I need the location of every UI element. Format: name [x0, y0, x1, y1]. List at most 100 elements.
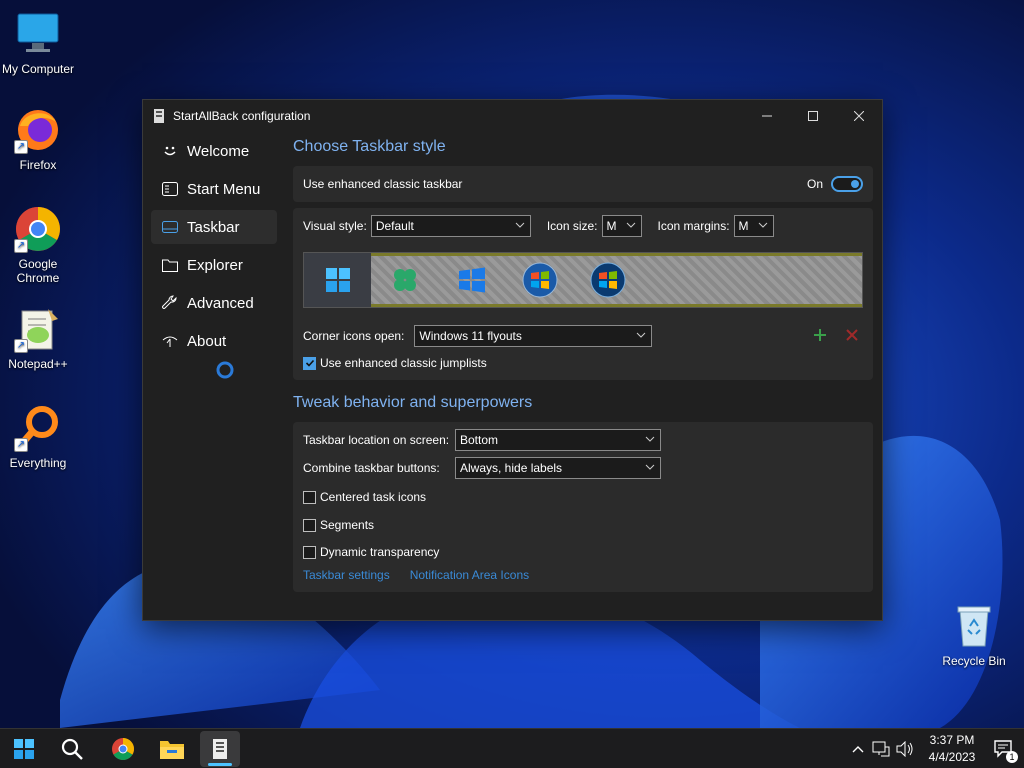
taskbar-location-select[interactable]: Bottom — [455, 429, 661, 451]
everything-search-icon: ↗ — [14, 404, 62, 452]
enhanced-taskbar-toggle[interactable] — [831, 176, 863, 192]
network-icon — [872, 741, 890, 757]
desktop-icon-google-chrome[interactable]: ↗ Google Chrome — [0, 205, 76, 285]
combine-buttons-label: Combine taskbar buttons: — [303, 461, 440, 475]
volume-icon — [896, 741, 913, 757]
desktop-icon-notepad-plus-plus[interactable]: ↗ Notepad++ — [0, 305, 76, 371]
sidebar-item-welcome[interactable]: Welcome — [151, 134, 277, 168]
desktop-icon-label: My Computer — [1, 62, 75, 76]
style-option-windows-11[interactable] — [304, 253, 371, 307]
desktop-icon-everything[interactable]: ↗ Everything — [0, 404, 76, 470]
icon-size-label: Icon size: — [546, 219, 598, 233]
visual-style-select[interactable]: Default — [370, 215, 531, 237]
enhanced-taskbar-label: Use enhanced classic taskbar — [303, 177, 463, 191]
taskbar-chrome-button[interactable] — [103, 731, 143, 767]
centered-icons-checkbox[interactable] — [303, 490, 316, 504]
sidebar-item-taskbar[interactable]: Taskbar — [151, 210, 277, 379]
sidebar-item-label: Welcome — [187, 142, 250, 160]
sidebar-item-advanced[interactable]: Advanced — [151, 286, 277, 320]
taskbar-startallback-button[interactable] — [200, 731, 240, 767]
links-row: Taskbar settings Notification Area Icons — [303, 567, 863, 583]
dynamic-transparency-checkbox[interactable] — [303, 545, 316, 559]
start-menu-icon — [161, 180, 179, 198]
search-button[interactable] — [52, 731, 92, 767]
icon-margins-value: M — [738, 219, 749, 233]
windows-11-logo-icon — [325, 268, 350, 292]
chevron-down-icon — [758, 222, 767, 228]
taskbar-location-label: Taskbar location on screen: — [303, 433, 450, 447]
start-button[interactable] — [4, 731, 44, 767]
desktop-icon-label: Firefox — [19, 158, 57, 172]
windows-10-logo-icon — [459, 267, 485, 293]
shortcut-arrow-icon: ↗ — [14, 140, 28, 154]
add-button[interactable] — [813, 328, 827, 345]
taskbar-settings-link[interactable]: Taskbar settings — [303, 568, 390, 582]
search-icon — [61, 738, 83, 760]
close-icon — [854, 111, 864, 121]
chevron-up-icon — [852, 746, 864, 753]
desktop-icon-label: Recycle Bin — [942, 654, 1006, 668]
icon-size-value: M — [606, 219, 617, 233]
section-title-tweak-behavior: Tweak behavior and superpowers — [293, 394, 533, 411]
segments-checkbox[interactable] — [303, 518, 316, 532]
maximize-icon — [808, 111, 818, 121]
close-button[interactable] — [836, 100, 882, 132]
volume-icon-button[interactable] — [894, 741, 916, 757]
minimize-button[interactable] — [744, 100, 790, 132]
combine-buttons-row: Combine taskbar buttons: Always, hide la… — [303, 456, 863, 480]
preview-stripe-top — [371, 253, 862, 256]
chevron-down-icon — [626, 222, 635, 228]
title-bar[interactable]: StartAllBack configuration — [143, 100, 882, 132]
toggle-knob — [851, 180, 859, 188]
shortcut-arrow-icon: ↗ — [14, 239, 28, 253]
style-option-windows-7[interactable] — [521, 261, 559, 299]
sidebar-item-start-menu[interactable]: Start Menu — [151, 172, 277, 206]
chrome-icon — [112, 738, 134, 760]
wrench-icon — [161, 294, 179, 312]
taskbar-icon — [161, 218, 179, 236]
about-icon — [161, 332, 179, 350]
taskbar-file-explorer-button[interactable] — [152, 731, 192, 767]
minimize-icon — [762, 115, 772, 117]
sidebar-item-explorer[interactable]: Explorer — [151, 248, 277, 282]
taskbar-style-preview — [303, 252, 863, 308]
explorer-icon — [161, 256, 179, 274]
jumplists-checkbox[interactable] — [303, 356, 316, 370]
enhanced-taskbar-card: Use enhanced classic taskbar On — [293, 166, 873, 202]
notification-center-button[interactable]: 1 — [984, 731, 1024, 767]
monitor-icon — [14, 10, 62, 58]
taskbar-style-card: Visual style: Default Icon size: M Icon … — [293, 208, 873, 380]
corner-icons-value: Windows 11 flyouts — [419, 329, 522, 343]
style-option-windows-vista[interactable] — [589, 261, 627, 299]
desktop-icon-my-computer[interactable]: My Computer — [0, 10, 76, 76]
network-icon-button[interactable] — [868, 741, 894, 757]
sidebar-item-about[interactable]: About — [151, 324, 277, 358]
close-x-icon — [846, 328, 858, 341]
desktop-icon-firefox[interactable]: ↗ Firefox — [0, 106, 76, 172]
sidebar-item-label: Advanced — [187, 294, 254, 312]
combine-buttons-select[interactable]: Always, hide labels — [455, 457, 661, 479]
style-option-clover[interactable] — [386, 261, 424, 299]
clock-date: 4/4/2023 — [928, 750, 976, 764]
desktop-icon-label: Everything — [9, 456, 67, 470]
segments-label: Segments — [320, 518, 375, 532]
chevron-down-icon — [637, 332, 646, 338]
corner-icons-select[interactable]: Windows 11 flyouts — [414, 325, 653, 347]
icon-margins-select[interactable]: M — [733, 215, 774, 237]
jumplists-row: Use enhanced classic jumplists — [293, 354, 873, 372]
maximize-button[interactable] — [790, 100, 836, 132]
style-options-row: Visual style: Default Icon size: M Icon … — [293, 214, 873, 238]
segments-row: Segments — [303, 516, 863, 534]
show-hidden-icons-button[interactable] — [848, 745, 868, 753]
clock[interactable]: 3:37 PM 4/4/2023 — [922, 732, 982, 766]
combine-buttons-value: Always, hide labels — [460, 461, 563, 475]
notification-area-icons-link[interactable]: Notification Area Icons — [410, 568, 529, 582]
main-content: Choose Taskbar style Use enhanced classi… — [293, 132, 873, 592]
desktop-icon-recycle-bin[interactable]: Recycle Bin — [936, 602, 1012, 668]
icon-size-select[interactable]: M — [601, 215, 642, 237]
style-option-windows-10[interactable] — [453, 261, 491, 299]
desktop-icon-label: Notepad++ — [8, 357, 68, 371]
windows-start-icon — [14, 739, 34, 759]
chevron-down-icon — [645, 436, 655, 442]
remove-button[interactable] — [845, 328, 859, 345]
